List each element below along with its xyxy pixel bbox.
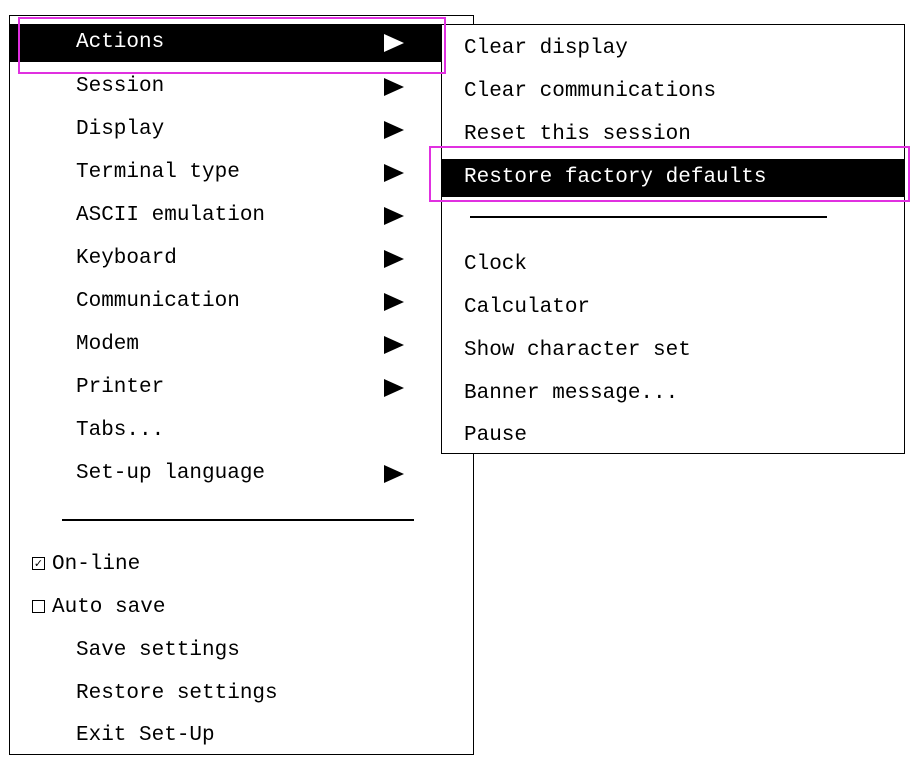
menu-item-on-line[interactable]: ✓ On-line xyxy=(10,546,473,584)
menu-item-auto-save[interactable]: Auto save xyxy=(10,589,473,627)
menu-item-modem[interactable]: Modem xyxy=(10,326,473,364)
setup-main-menu: Actions Session Display Terminal type AS… xyxy=(9,15,474,755)
submenu-arrow-icon xyxy=(384,379,404,397)
menu-item-label: Actions xyxy=(76,31,165,54)
menu-item-label: Restore settings xyxy=(76,682,278,705)
menu-separator xyxy=(62,519,414,521)
menu-item-restore-settings[interactable]: Restore settings xyxy=(10,675,473,713)
menu-item-printer[interactable]: Printer xyxy=(10,369,473,407)
submenu-arrow-icon xyxy=(384,336,404,354)
menu-item-label: Communication xyxy=(76,290,240,313)
menu-item-label: Clear display xyxy=(464,37,628,60)
menu-item-ascii-emulation[interactable]: ASCII emulation xyxy=(10,197,473,235)
submenu-arrow-icon xyxy=(384,250,404,268)
menu-item-label: Terminal type xyxy=(76,161,240,184)
menu-item-save-settings[interactable]: Save settings xyxy=(10,632,473,670)
actions-submenu: Clear display Clear communications Reset… xyxy=(441,24,905,454)
menu-item-label: On-line xyxy=(52,553,141,576)
submenu-item-calculator[interactable]: Calculator xyxy=(442,289,904,327)
menu-item-tabs[interactable]: Tabs... xyxy=(10,412,473,450)
menu-item-label: Auto save xyxy=(52,596,166,619)
menu-item-label: Clock xyxy=(464,253,528,276)
menu-item-label: Session xyxy=(76,75,165,98)
menu-item-keyboard[interactable]: Keyboard xyxy=(10,240,473,278)
submenu-arrow-icon xyxy=(384,121,404,139)
menu-item-actions[interactable]: Actions xyxy=(10,24,473,62)
submenu-arrow-icon xyxy=(384,78,404,96)
submenu-arrow-icon xyxy=(384,293,404,311)
menu-item-label: Banner message... xyxy=(464,382,679,405)
menu-item-terminal-type[interactable]: Terminal type xyxy=(10,154,473,192)
menu-item-label: Exit Set-Up xyxy=(76,724,215,747)
submenu-item-clear-display[interactable]: Clear display xyxy=(442,30,904,68)
menu-item-label: Reset this session xyxy=(464,123,691,146)
menu-separator xyxy=(470,216,827,218)
submenu-item-reset-this-session[interactable]: Reset this session xyxy=(442,116,904,154)
menu-item-label: Keyboard xyxy=(76,247,177,270)
menu-item-label: Set-up language xyxy=(76,462,266,485)
submenu-arrow-icon xyxy=(384,164,404,182)
menu-item-label: Printer xyxy=(76,376,165,399)
menu-item-exit-set-up[interactable]: Exit Set-Up xyxy=(10,717,473,755)
menu-item-label: Modem xyxy=(76,333,140,356)
submenu-item-show-character-set[interactable]: Show character set xyxy=(442,332,904,370)
setup-screen: Actions Session Display Terminal type AS… xyxy=(0,0,910,761)
menu-item-label: Save settings xyxy=(76,639,240,662)
menu-item-label: Calculator xyxy=(464,296,591,319)
submenu-item-pause[interactable]: Pause xyxy=(442,417,904,455)
menu-item-label: Clear communications xyxy=(464,80,717,103)
submenu-arrow-icon xyxy=(384,207,404,225)
submenu-item-restore-factory-defaults[interactable]: Restore factory defaults xyxy=(442,159,904,197)
submenu-arrow-icon xyxy=(384,465,404,483)
menu-item-communication[interactable]: Communication xyxy=(10,283,473,321)
menu-item-display[interactable]: Display xyxy=(10,111,473,149)
submenu-item-clock[interactable]: Clock xyxy=(442,246,904,284)
menu-item-label: Pause xyxy=(464,424,528,447)
submenu-arrow-icon xyxy=(384,34,404,52)
checkbox-unchecked-icon xyxy=(32,600,45,613)
checkbox-checked-icon: ✓ xyxy=(32,557,45,570)
menu-item-label: ASCII emulation xyxy=(76,204,266,227)
submenu-item-clear-communications[interactable]: Clear communications xyxy=(442,73,904,111)
menu-item-session[interactable]: Session xyxy=(10,68,473,106)
menu-item-label: Restore factory defaults xyxy=(464,166,767,189)
submenu-item-banner-message[interactable]: Banner message... xyxy=(442,375,904,413)
menu-item-label: Display xyxy=(76,118,165,141)
menu-item-label: Show character set xyxy=(464,339,691,362)
menu-item-set-up-language[interactable]: Set-up language xyxy=(10,455,473,493)
menu-item-label: Tabs... xyxy=(76,419,165,442)
